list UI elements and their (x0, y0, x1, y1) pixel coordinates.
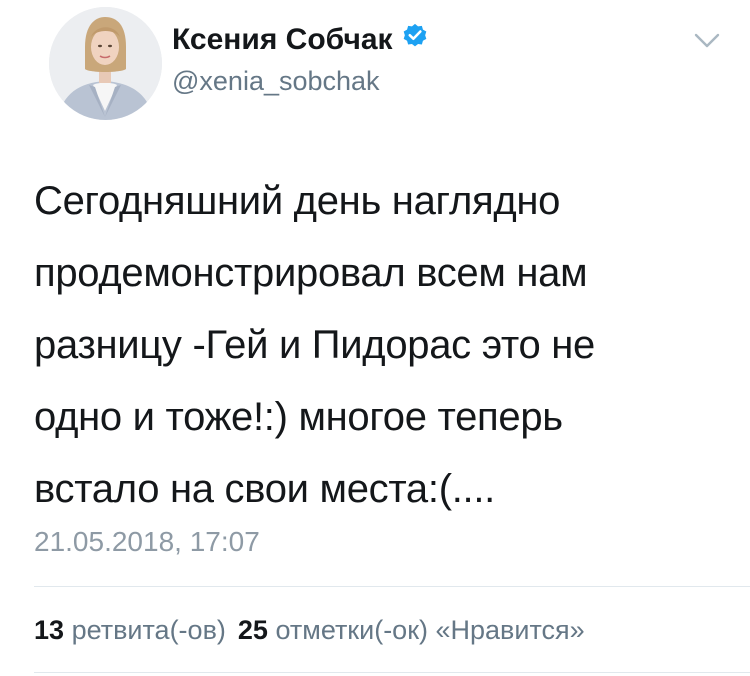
tweet-text: Сегодняшний день наглядно продемонстриро… (34, 179, 595, 511)
retweets-count: 13 (34, 615, 65, 645)
tweet-timestamp[interactable]: 21.05.2018, 17:07 (34, 524, 260, 560)
divider (34, 672, 750, 673)
display-name-text: Ксения Собчак (172, 23, 393, 56)
tweet-stats: 13 ретвита(-ов) 25 отметки(-ок) «Нравится… (34, 612, 750, 648)
avatar[interactable] (49, 7, 162, 120)
likes-label: отметки(-ок) «Нравится» (275, 615, 585, 645)
likes-stat[interactable]: 25 отметки(-ок) «Нравится» (238, 615, 585, 645)
display-name[interactable]: Ксения Собчак (172, 22, 429, 58)
chevron-down-icon[interactable] (694, 32, 720, 50)
verified-badge-icon (401, 21, 429, 58)
retweets-label: ретвита(-ов) (71, 615, 226, 645)
user-handle[interactable]: @xenia_sobchak (172, 64, 380, 98)
profile-photo (49, 7, 162, 120)
retweet-stat[interactable]: 13 ретвита(-ов) (34, 615, 226, 645)
likes-count: 25 (237, 615, 268, 645)
divider (34, 586, 750, 587)
